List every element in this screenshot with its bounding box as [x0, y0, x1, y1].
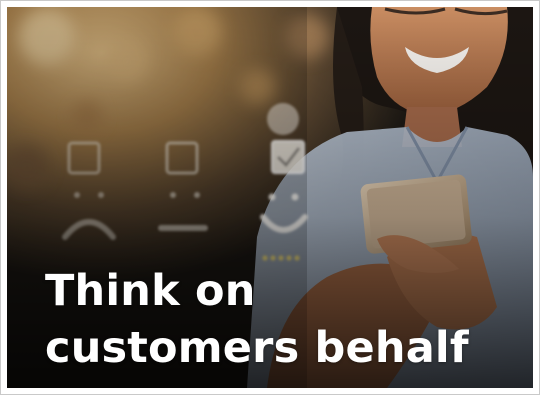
headline-line-2: customers behalf [45, 323, 469, 373]
headline-line-1: Think on [45, 266, 256, 316]
headline: Think on customers behalf [45, 263, 505, 377]
hero-card: Think on customers behalf [0, 0, 540, 395]
